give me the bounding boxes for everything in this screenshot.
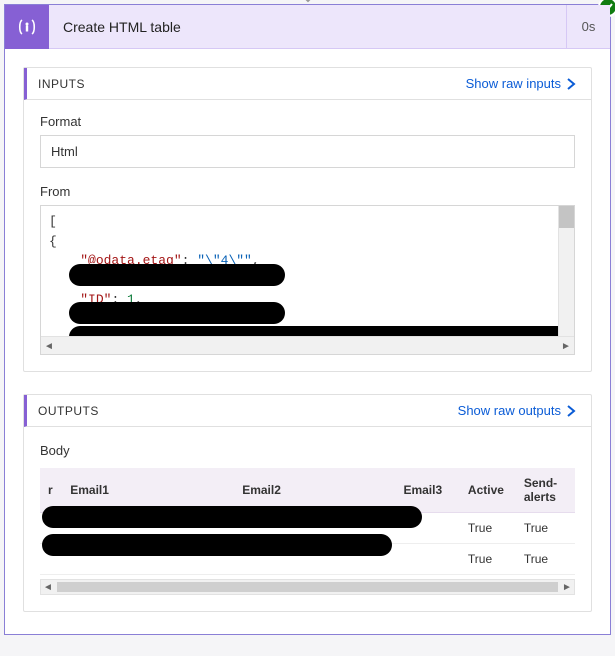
body-label: Body: [40, 443, 575, 458]
raw-outputs-text: Show raw outputs: [458, 403, 561, 418]
inputs-content: Format Html From [ { "@odata.etag": "\"4…: [24, 100, 591, 371]
show-raw-outputs-link[interactable]: Show raw outputs: [458, 403, 577, 418]
chevron-right-icon: [565, 405, 577, 417]
inputs-section: INPUTS Show raw inputs Format Html From …: [23, 67, 592, 372]
col-sendalerts: Send-alerts: [516, 468, 575, 513]
inputs-label: INPUTS: [38, 77, 85, 91]
from-label: From: [40, 184, 575, 199]
format-label: Format: [40, 114, 575, 129]
inputs-header: INPUTS Show raw inputs: [24, 68, 591, 100]
scrollbar-horizontal[interactable]: ◄ ►: [41, 336, 574, 354]
scroll-right-icon[interactable]: ►: [560, 582, 574, 593]
card-title: Create HTML table: [49, 19, 566, 35]
raw-inputs-text: Show raw inputs: [466, 76, 561, 91]
outputs-label: OUTPUTS: [38, 404, 99, 418]
redaction: [42, 506, 422, 528]
from-json-box: [ { "@odata.etag": "\"4\"", "ID": 1, ◄ ►: [40, 205, 575, 355]
scroll-left-icon[interactable]: ◄: [41, 582, 55, 593]
outputs-section: OUTPUTS Show raw outputs Body r Email1 E…: [23, 394, 592, 612]
action-icon: [5, 5, 49, 49]
action-card: Create HTML table 0s INPUTS Show raw inp…: [4, 4, 611, 635]
card-header[interactable]: Create HTML table 0s: [5, 5, 610, 49]
scroll-left-icon[interactable]: ◄: [41, 338, 57, 356]
format-value: Html: [40, 135, 575, 168]
duration-label: 0s: [566, 5, 610, 49]
col-active: Active: [460, 468, 516, 513]
scrollbar-vertical[interactable]: [558, 206, 574, 336]
table-scrollbar[interactable]: ◄ ►: [40, 579, 575, 595]
card-body: INPUTS Show raw inputs Format Html From …: [5, 49, 610, 634]
outputs-header: OUTPUTS Show raw outputs: [24, 395, 591, 427]
redaction: [69, 264, 285, 286]
redaction: [69, 302, 285, 324]
redaction: [69, 326, 569, 336]
redaction: [42, 534, 392, 556]
chevron-right-icon: [565, 78, 577, 90]
show-raw-inputs-link[interactable]: Show raw inputs: [466, 76, 577, 91]
scroll-right-icon[interactable]: ►: [558, 337, 574, 355]
from-json-code[interactable]: [ { "@odata.etag": "\"4\"", "ID": 1,: [41, 206, 574, 336]
body-table-wrap: r Email1 Email2 Email3 Active Send-alert…: [40, 468, 575, 595]
outputs-content: Body r Email1 Email2 Email3 Active Send-…: [24, 427, 591, 611]
